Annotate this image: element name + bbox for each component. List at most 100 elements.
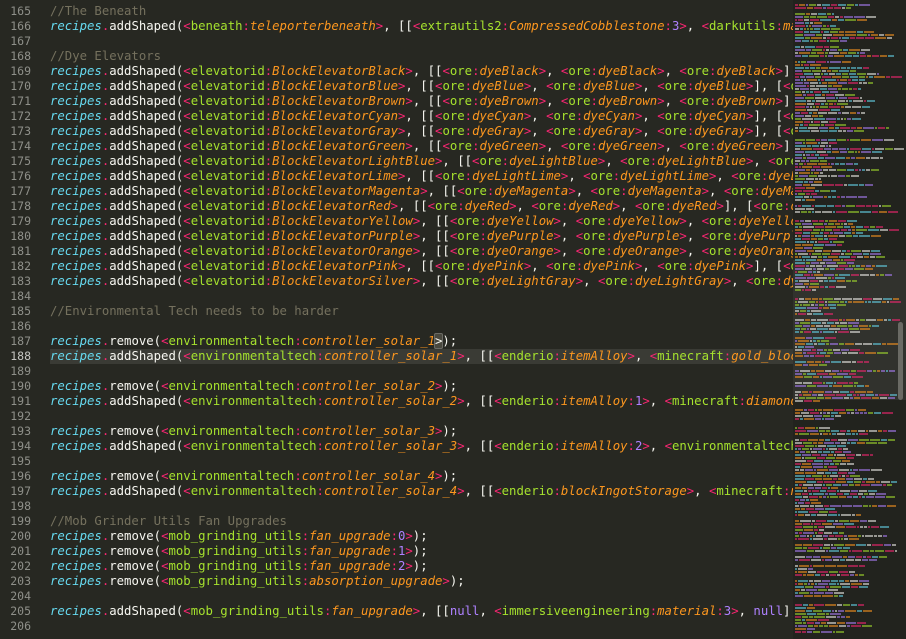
code-token: ,	[686, 214, 702, 228]
code-line[interactable]	[50, 499, 794, 514]
minimap-code-mark	[805, 445, 814, 447]
code-line[interactable]: recipes.remove(<mob_grinding_utils:fan_u…	[50, 544, 794, 559]
minimap-code-mark	[810, 340, 812, 342]
code-line[interactable]	[50, 409, 794, 424]
code-token: mob_grinding_utils	[168, 559, 302, 573]
code-line[interactable]	[50, 289, 794, 304]
code-line[interactable]: recipes.remove(<environmentaltech:contro…	[50, 424, 794, 439]
minimap-code-mark	[888, 397, 895, 399]
minimap-code-mark	[851, 430, 857, 432]
code-line[interactable]: recipes.remove(<mob_grinding_utils:fan_u…	[50, 559, 794, 574]
code-line[interactable]	[50, 619, 794, 634]
code-token: >	[657, 139, 665, 153]
minimap-code-mark	[873, 343, 881, 345]
minimap-code-mark	[795, 460, 806, 462]
code-line[interactable]: recipes.addShaped(<beneath:teleporterben…	[50, 19, 794, 34]
minimap-code-mark	[823, 484, 825, 486]
minimap-code-mark	[833, 376, 843, 378]
code-line[interactable]: recipes.addShaped(<elevatorid:BlockEleva…	[50, 229, 794, 244]
minimap-code-mark	[835, 163, 839, 165]
code-line[interactable]	[50, 319, 794, 334]
code-line[interactable]	[50, 364, 794, 379]
code-line[interactable]: recipes.addShaped(<elevatorid:BlockEleva…	[50, 79, 794, 94]
code-line[interactable]: recipes.addShaped(<elevatorid:BlockEleva…	[50, 274, 794, 289]
minimap-code-mark	[795, 301, 797, 303]
minimap-code-mark	[878, 430, 882, 432]
code-token: dyeMagenta	[627, 184, 702, 198]
code-line[interactable]: recipes.addShaped(<elevatorid:BlockEleva…	[50, 124, 794, 139]
minimap-code-mark	[872, 397, 879, 399]
code-line[interactable]: recipes.addShaped(<elevatorid:BlockEleva…	[50, 109, 794, 124]
minimap-code-mark	[810, 433, 819, 435]
code-line[interactable]: recipes.addShaped(<environmentaltech:con…	[50, 439, 794, 454]
minimap-code-mark	[870, 454, 873, 456]
code-line[interactable]	[50, 34, 794, 49]
minimap-code-mark	[860, 412, 863, 414]
vertical-scrollbar-thumb[interactable]	[898, 322, 903, 400]
minimap-code-mark	[886, 127, 889, 129]
code-line[interactable]: recipes.addShaped(<elevatorid:BlockEleva…	[50, 139, 794, 154]
minimap-code-mark	[810, 505, 814, 507]
code-editor[interactable]: 1641651661671681691701711721731741751761…	[0, 0, 906, 639]
minimap-code-mark	[795, 244, 801, 246]
minimap[interactable]	[793, 0, 906, 639]
code-line[interactable]: recipes.addShaped(<elevatorid:BlockEleva…	[50, 259, 794, 274]
minimap-code-mark	[808, 211, 811, 213]
minimap-code-mark	[836, 157, 845, 159]
minimap-code-mark	[866, 16, 876, 18]
code-line[interactable]: recipes.remove(<environmentaltech:contro…	[50, 379, 794, 394]
minimap-code-mark	[879, 34, 884, 36]
minimap-code-mark	[809, 25, 811, 27]
minimap-code-mark	[837, 244, 842, 246]
code-token: >	[457, 349, 465, 363]
minimap-code-mark	[855, 412, 859, 414]
code-line[interactable]: //Environmental Tech needs to be harder	[50, 304, 794, 319]
minimap-code-mark	[831, 451, 834, 453]
code-token: ore	[457, 229, 480, 243]
line-number: 187	[10, 334, 31, 348]
minimap-code-mark	[867, 55, 871, 57]
minimap-code-mark	[846, 7, 851, 9]
minimap-code-mark	[805, 115, 811, 117]
code-line[interactable]: recipes.addShaped(<environmentaltech:con…	[50, 349, 794, 364]
minimap-code-mark	[807, 307, 818, 309]
minimap-code-mark	[864, 256, 869, 258]
code-token: ore	[583, 244, 606, 258]
code-line[interactable]: recipes.addShaped(<environmentaltech:con…	[50, 484, 794, 499]
minimap-code-mark	[820, 190, 830, 192]
code-line[interactable]: //The Beneath	[50, 4, 794, 19]
code-token: addShaped(	[109, 259, 184, 273]
code-line[interactable]	[50, 454, 794, 469]
code-line[interactable]: recipes.addShaped(<environmentaltech:con…	[50, 394, 794, 409]
minimap-code-mark	[795, 613, 806, 615]
code-line[interactable]: recipes.remove(<environmentaltech:contro…	[50, 333, 794, 349]
minimap-code-mark	[854, 268, 864, 270]
minimap-code-mark	[841, 538, 843, 540]
minimap-code-mark	[795, 313, 797, 315]
code-line[interactable]	[50, 589, 794, 604]
code-line[interactable]: //Dye Elevators	[50, 49, 794, 64]
minimap-code-mark	[827, 151, 831, 153]
code-token: //The Beneath	[50, 4, 147, 18]
code-line[interactable]: //Mob Grinder Utils Fan Upgrades	[50, 514, 794, 529]
minimap-code-mark	[829, 238, 837, 240]
minimap-code-mark	[830, 232, 833, 234]
code-line[interactable]: recipes.remove(<environmentaltech:contro…	[50, 469, 794, 484]
code-line[interactable]: recipes.remove(<mob_grinding_utils:fan_u…	[50, 529, 794, 544]
code-line[interactable]: recipes.addShaped(<elevatorid:BlockEleva…	[50, 244, 794, 259]
code-line[interactable]: recipes.addShaped(<elevatorid:BlockEleva…	[50, 214, 794, 229]
code-line[interactable]: recipes.addShaped(<mob_grinding_utils:fa…	[50, 604, 794, 619]
minimap-code-mark	[798, 427, 804, 429]
code-line[interactable]: recipes.addShaped(<elevatorid:BlockEleva…	[50, 94, 794, 109]
minimap-code-mark	[795, 571, 797, 573]
code-line[interactable]: recipes.addShaped(<elevatorid:BlockEleva…	[50, 154, 794, 169]
code-area[interactable]: //The Beneath recipes.addShaped(<beneath:…	[50, 0, 794, 634]
code-line[interactable]: recipes.addShaped(<elevatorid:BlockEleva…	[50, 64, 794, 79]
code-line[interactable]: recipes.remove(<mob_grinding_utils:absor…	[50, 574, 794, 589]
code-line[interactable]: recipes.addShaped(<elevatorid:BlockEleva…	[50, 169, 794, 184]
minimap-code-mark	[803, 325, 810, 327]
code-token: itemAlloy	[560, 439, 628, 453]
code-line[interactable]: recipes.addShaped(<elevatorid:BlockEleva…	[50, 184, 794, 199]
minimap-code-mark	[875, 127, 877, 129]
code-line[interactable]: recipes.addShaped(<elevatorid:BlockEleva…	[50, 199, 794, 214]
